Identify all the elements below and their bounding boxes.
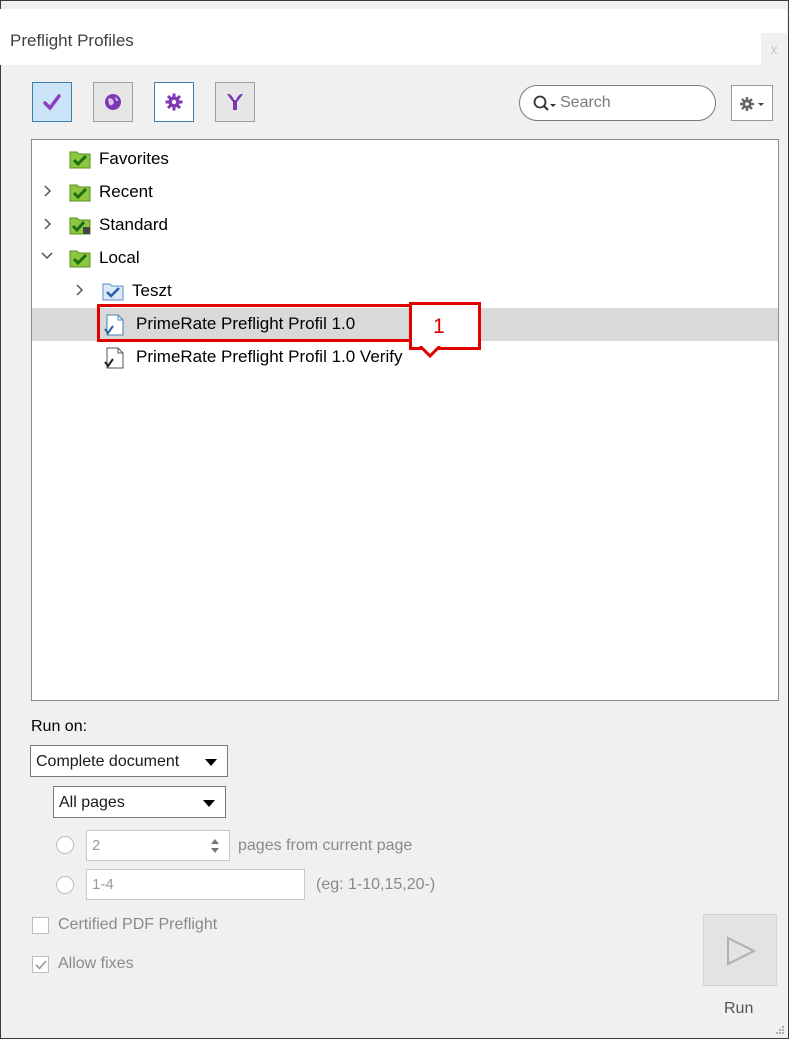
pages-count-value: 2 xyxy=(92,837,101,854)
gear-icon xyxy=(165,93,183,111)
profile-tree[interactable]: Favorites Recent Standard Local Teszt Pr… xyxy=(31,139,779,701)
locked-checked-folder-icon xyxy=(69,217,91,235)
annotation-number: 1 xyxy=(433,315,445,338)
tree-item-standard[interactable]: Standard xyxy=(32,209,778,242)
options-menu-button[interactable] xyxy=(731,85,773,121)
allow-fixes-label: Allow fixes xyxy=(58,955,134,972)
chevron-down-icon[interactable] xyxy=(40,250,54,262)
dropdown-arrow-icon xyxy=(203,800,215,807)
tree-item-local[interactable]: Local xyxy=(32,242,778,275)
show-fixups-button[interactable] xyxy=(154,82,194,122)
blue-checked-folder-icon xyxy=(102,283,124,301)
certified-label: Certified PDF Preflight xyxy=(58,916,218,933)
pages-dropdown[interactable]: All pages xyxy=(53,786,226,818)
search-placeholder: Search xyxy=(560,94,611,111)
annotation-callout: 1 xyxy=(409,302,481,350)
show-checks-button[interactable] xyxy=(93,82,133,122)
wrench-icon xyxy=(227,93,243,110)
chevron-right-icon[interactable] xyxy=(42,217,54,231)
stepper-arrows-icon[interactable] xyxy=(209,836,221,856)
dropdown-arrow-icon xyxy=(205,759,217,766)
run-button[interactable] xyxy=(703,914,777,986)
tree-item-label: Teszt xyxy=(132,281,172,300)
search-icon xyxy=(533,95,556,111)
tree-item-label: PrimeRate Preflight Profil 1.0 Verify xyxy=(136,347,403,366)
tree-item-recent[interactable]: Recent xyxy=(32,176,778,209)
verify-profile-icon xyxy=(104,347,124,369)
checked-folder-icon xyxy=(69,250,91,268)
run-label: Run xyxy=(724,1000,754,1017)
scope-dropdown-value: Complete document xyxy=(36,753,180,770)
close-button[interactable]: x xyxy=(761,33,787,65)
page-range-value: 1-4 xyxy=(92,876,114,893)
callout-pointer xyxy=(418,346,442,358)
checked-folder-icon xyxy=(69,184,91,202)
pages-from-current-label: pages from current page xyxy=(238,837,413,854)
checked-folder-icon xyxy=(69,151,91,169)
annotation-highlight-box xyxy=(97,304,412,342)
tree-item-favorites[interactable]: Favorites xyxy=(32,143,778,176)
tree-item-label: Local xyxy=(99,248,140,267)
pages-count-stepper[interactable]: 2 xyxy=(86,830,230,861)
gear-icon xyxy=(740,97,764,111)
run-on-label: Run on: xyxy=(31,718,88,735)
allow-fixes-checkbox[interactable] xyxy=(32,956,49,973)
checkmark-icon xyxy=(35,960,47,970)
resize-grip-icon[interactable] xyxy=(775,1025,785,1035)
chevron-right-icon[interactable] xyxy=(74,283,86,297)
scope-dropdown[interactable]: Complete document xyxy=(30,745,228,777)
globe-icon xyxy=(105,94,121,110)
certified-checkbox[interactable] xyxy=(32,917,49,934)
tree-item-primerate-verify[interactable]: PrimeRate Preflight Profil 1.0 Verify xyxy=(32,341,778,374)
page-range-radio[interactable] xyxy=(56,876,74,894)
tree-item-label: Favorites xyxy=(99,149,169,168)
pages-dropdown-value: All pages xyxy=(59,794,125,811)
page-range-hint: (eg: 1-10,15,20-) xyxy=(316,876,436,893)
window-title: Preflight Profiles xyxy=(10,31,134,50)
show-profiles-button[interactable] xyxy=(32,82,72,122)
tree-item-label: Recent xyxy=(99,182,153,201)
chevron-right-icon[interactable] xyxy=(42,184,54,198)
play-icon xyxy=(727,936,757,966)
title-bar: Preflight Profiles x xyxy=(0,9,787,65)
page-range-input[interactable]: 1-4 xyxy=(86,869,305,900)
show-tools-button[interactable] xyxy=(215,82,255,122)
tree-item-label: Standard xyxy=(99,215,168,234)
search-field[interactable]: Search xyxy=(519,85,716,121)
pages-from-current-radio[interactable] xyxy=(56,836,74,854)
checkmark-icon xyxy=(43,94,61,111)
